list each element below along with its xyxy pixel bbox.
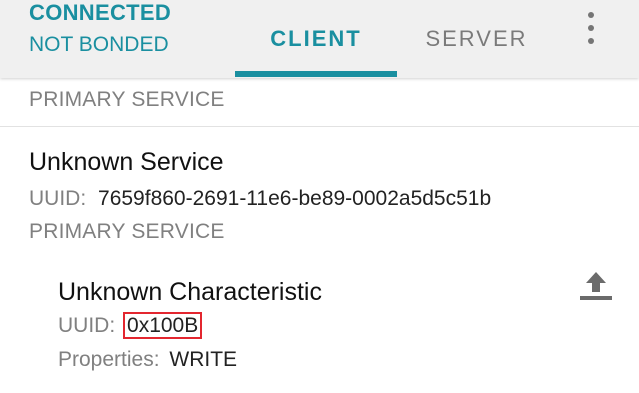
menu-dot	[588, 38, 594, 44]
service-type-label: PRIMARY SERVICE	[29, 88, 225, 111]
menu-dot	[588, 25, 594, 31]
properties-label: Properties:	[58, 348, 160, 371]
menu-dot	[588, 12, 594, 18]
characteristic-uuid: 0x100B	[123, 312, 203, 339]
tab-server[interactable]: SERVER	[404, 0, 549, 78]
service-name: Unknown Service	[29, 148, 224, 176]
connection-status: CONNECTED	[29, 0, 172, 25]
characteristic-properties: WRITE	[169, 348, 238, 371]
service-type-label: PRIMARY SERVICE	[29, 220, 225, 243]
uuid-label: UUID:	[58, 314, 116, 337]
upload-icon[interactable]	[578, 268, 614, 302]
service-uuid: 7659f860-2691-11e6-be89-0002a5d5c51b	[98, 187, 492, 210]
divider	[0, 126, 639, 127]
characteristic-properties-row: Properties: WRITE	[58, 348, 237, 372]
uuid-label: UUID:	[29, 187, 87, 210]
more-vert-icon[interactable]	[578, 10, 604, 46]
tab-client[interactable]: CLIENT	[235, 0, 397, 78]
characteristic-name: Unknown Characteristic	[58, 278, 322, 306]
connection-status-block: CONNECTED NOT BONDED	[29, 0, 171, 58]
app-header: CONNECTED NOT BONDED CLIENT SERVER	[0, 0, 639, 78]
characteristic-uuid-row: UUID: 0x100B	[58, 312, 203, 339]
bond-status: NOT BONDED	[29, 33, 169, 56]
service-uuid-row: UUID: 7659f860-2691-11e6-be89-0002a5d5c5…	[29, 187, 491, 211]
tab-selected-indicator	[235, 71, 397, 77]
